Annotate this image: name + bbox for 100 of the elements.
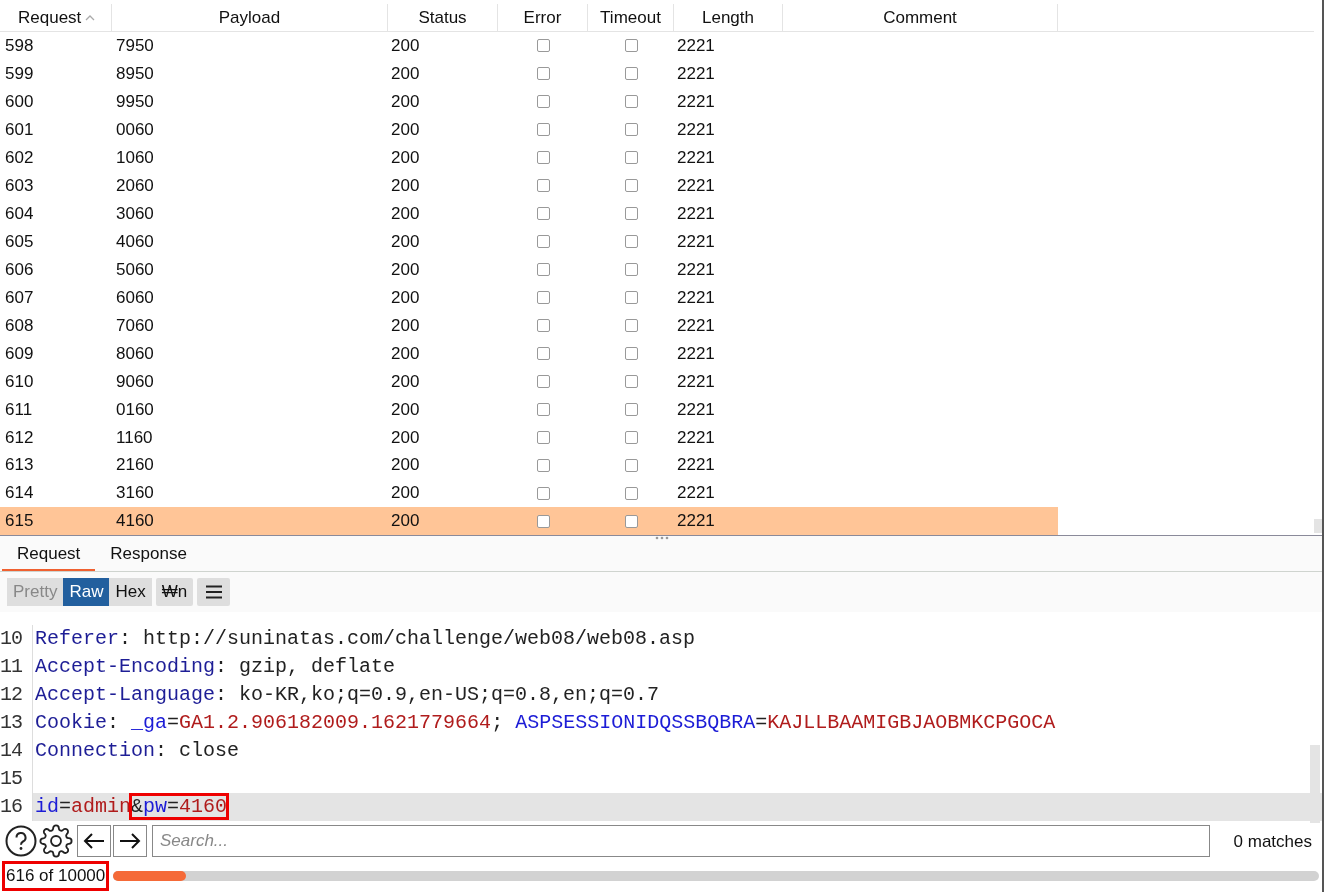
request-cell: 603 bbox=[5, 175, 34, 195]
arrow-right-icon bbox=[119, 832, 141, 851]
table-row[interactable]: 611 0160 200 2221 bbox=[0, 395, 1058, 424]
checkbox[interactable] bbox=[624, 123, 638, 137]
request-cell: 602 bbox=[5, 148, 34, 167]
tab[interactable]: Request bbox=[2, 539, 96, 571]
length-cell: 2221 bbox=[677, 343, 715, 363]
checkbox[interactable] bbox=[624, 346, 638, 360]
newline-toggle-button[interactable]: ₩n bbox=[155, 578, 194, 606]
request-cell: 614 bbox=[5, 483, 34, 503]
checkbox[interactable] bbox=[536, 430, 550, 444]
checkbox[interactable] bbox=[536, 151, 550, 165]
checkbox[interactable] bbox=[624, 235, 638, 249]
request-cell: 612 bbox=[5, 427, 34, 447]
request-cell: 604 bbox=[5, 203, 34, 223]
checkbox[interactable] bbox=[624, 374, 638, 388]
checkbox[interactable] bbox=[536, 263, 550, 277]
checkbox[interactable] bbox=[624, 179, 638, 193]
line-number: 13 bbox=[0, 709, 33, 737]
checkbox[interactable] bbox=[536, 235, 550, 249]
menu-button[interactable] bbox=[197, 578, 231, 606]
checkbox[interactable] bbox=[536, 374, 550, 388]
status-cell: 200 bbox=[391, 64, 420, 84]
length-cell: 2221 bbox=[677, 120, 715, 140]
code-line: Accept-Language: ko-KR,ko;q=0.9,en-US;q=0.8,en;q=0.7 bbox=[34, 682, 660, 708]
column-header[interactable]: Error bbox=[498, 4, 588, 31]
checkbox[interactable] bbox=[624, 486, 638, 500]
table-row[interactable]: 612 1160 200 2221 bbox=[0, 423, 1058, 452]
search-field[interactable]: Search... bbox=[152, 825, 1210, 858]
table-row[interactable]: 614 3160 200 2221 bbox=[0, 479, 1058, 508]
checkbox[interactable] bbox=[536, 318, 550, 332]
checkbox[interactable] bbox=[624, 207, 638, 221]
length-cell: 2221 bbox=[677, 92, 715, 112]
table-row[interactable]: 605 4060 200 2221 bbox=[0, 227, 1058, 256]
view-mode-button[interactable]: Hex bbox=[109, 578, 152, 606]
checkbox[interactable] bbox=[624, 318, 638, 332]
payload-cell: 8950 bbox=[116, 64, 154, 84]
menu-icon bbox=[204, 585, 223, 599]
table-row[interactable]: 601 0060 200 2221 bbox=[0, 115, 1058, 144]
previous-button[interactable] bbox=[77, 825, 111, 858]
column-header[interactable]: Payload bbox=[112, 4, 388, 31]
checkbox[interactable] bbox=[624, 39, 638, 53]
length-cell: 2221 bbox=[677, 315, 715, 335]
payload-cell: 4160 bbox=[116, 511, 154, 531]
scrollbar-thumb[interactable] bbox=[1310, 744, 1320, 823]
splitter-handle-icon bbox=[655, 536, 669, 540]
view-mode-button[interactable]: Raw bbox=[63, 578, 110, 606]
checkbox[interactable] bbox=[536, 486, 550, 500]
checkbox[interactable] bbox=[536, 458, 550, 472]
checkbox[interactable] bbox=[624, 402, 638, 416]
checkbox[interactable] bbox=[536, 402, 550, 416]
checkbox[interactable] bbox=[624, 151, 638, 165]
length-cell: 2221 bbox=[677, 259, 715, 279]
checkbox[interactable] bbox=[624, 67, 638, 81]
table-row[interactable]: 598 7950 200 2221 bbox=[0, 31, 1058, 60]
checkbox[interactable] bbox=[536, 291, 550, 304]
payload-cell: 3060 bbox=[116, 203, 154, 223]
payload-cell: 9060 bbox=[116, 371, 154, 391]
checkbox[interactable] bbox=[536, 95, 550, 109]
status-cell: 200 bbox=[391, 399, 420, 419]
column-header[interactable]: Length bbox=[674, 4, 783, 31]
checkbox[interactable] bbox=[536, 346, 550, 360]
checkbox[interactable] bbox=[536, 67, 550, 81]
table-row[interactable]: 613 2160 200 2221 bbox=[0, 451, 1058, 480]
checkbox[interactable] bbox=[624, 263, 638, 277]
sort-ascending-icon bbox=[85, 13, 96, 21]
checkbox[interactable] bbox=[536, 514, 550, 528]
checkbox[interactable] bbox=[536, 207, 550, 221]
table-row[interactable]: 607 6060 200 2221 bbox=[0, 283, 1058, 312]
next-button[interactable] bbox=[113, 825, 147, 858]
length-cell: 2221 bbox=[677, 64, 715, 84]
line-number: 12 bbox=[0, 681, 33, 709]
column-header[interactable]: Status bbox=[388, 4, 498, 31]
scrollbar-thumb[interactable] bbox=[1314, 519, 1322, 533]
table-row[interactable]: 610 9060 200 2221 bbox=[0, 367, 1058, 396]
tab[interactable]: Response bbox=[95, 539, 202, 571]
column-header[interactable]: Comment bbox=[783, 4, 1058, 31]
checkbox[interactable] bbox=[624, 430, 638, 444]
status-cell: 200 bbox=[391, 148, 420, 167]
checkbox[interactable] bbox=[624, 95, 638, 109]
table-row[interactable]: 600 9950 200 2221 bbox=[0, 87, 1058, 116]
column-header[interactable]: Timeout bbox=[588, 4, 674, 31]
checkbox[interactable] bbox=[624, 514, 638, 528]
table-row[interactable]: 599 8950 200 2221 bbox=[0, 59, 1058, 88]
column-header[interactable]: Request bbox=[0, 4, 112, 31]
checkbox[interactable] bbox=[536, 179, 550, 193]
checkbox[interactable] bbox=[536, 123, 550, 137]
table-row[interactable]: 606 5060 200 2221 bbox=[0, 255, 1058, 284]
table-row[interactable]: 615 4160 200 2221 bbox=[0, 507, 1058, 536]
table-row[interactable]: 603 2060 200 2221 bbox=[0, 171, 1058, 200]
checkbox[interactable] bbox=[624, 458, 638, 472]
table-row[interactable]: 609 8060 200 2221 bbox=[0, 339, 1058, 368]
table-row[interactable]: 602 1060 200 2221 bbox=[0, 143, 1058, 172]
payload-cell: 6060 bbox=[116, 287, 154, 307]
checkbox[interactable] bbox=[536, 39, 550, 53]
request-cell: 601 bbox=[5, 120, 34, 140]
table-row[interactable]: 608 7060 200 2221 bbox=[0, 311, 1058, 340]
line-number: 14 bbox=[0, 737, 33, 765]
table-row[interactable]: 604 3060 200 2221 bbox=[0, 199, 1058, 228]
checkbox[interactable] bbox=[624, 291, 638, 304]
